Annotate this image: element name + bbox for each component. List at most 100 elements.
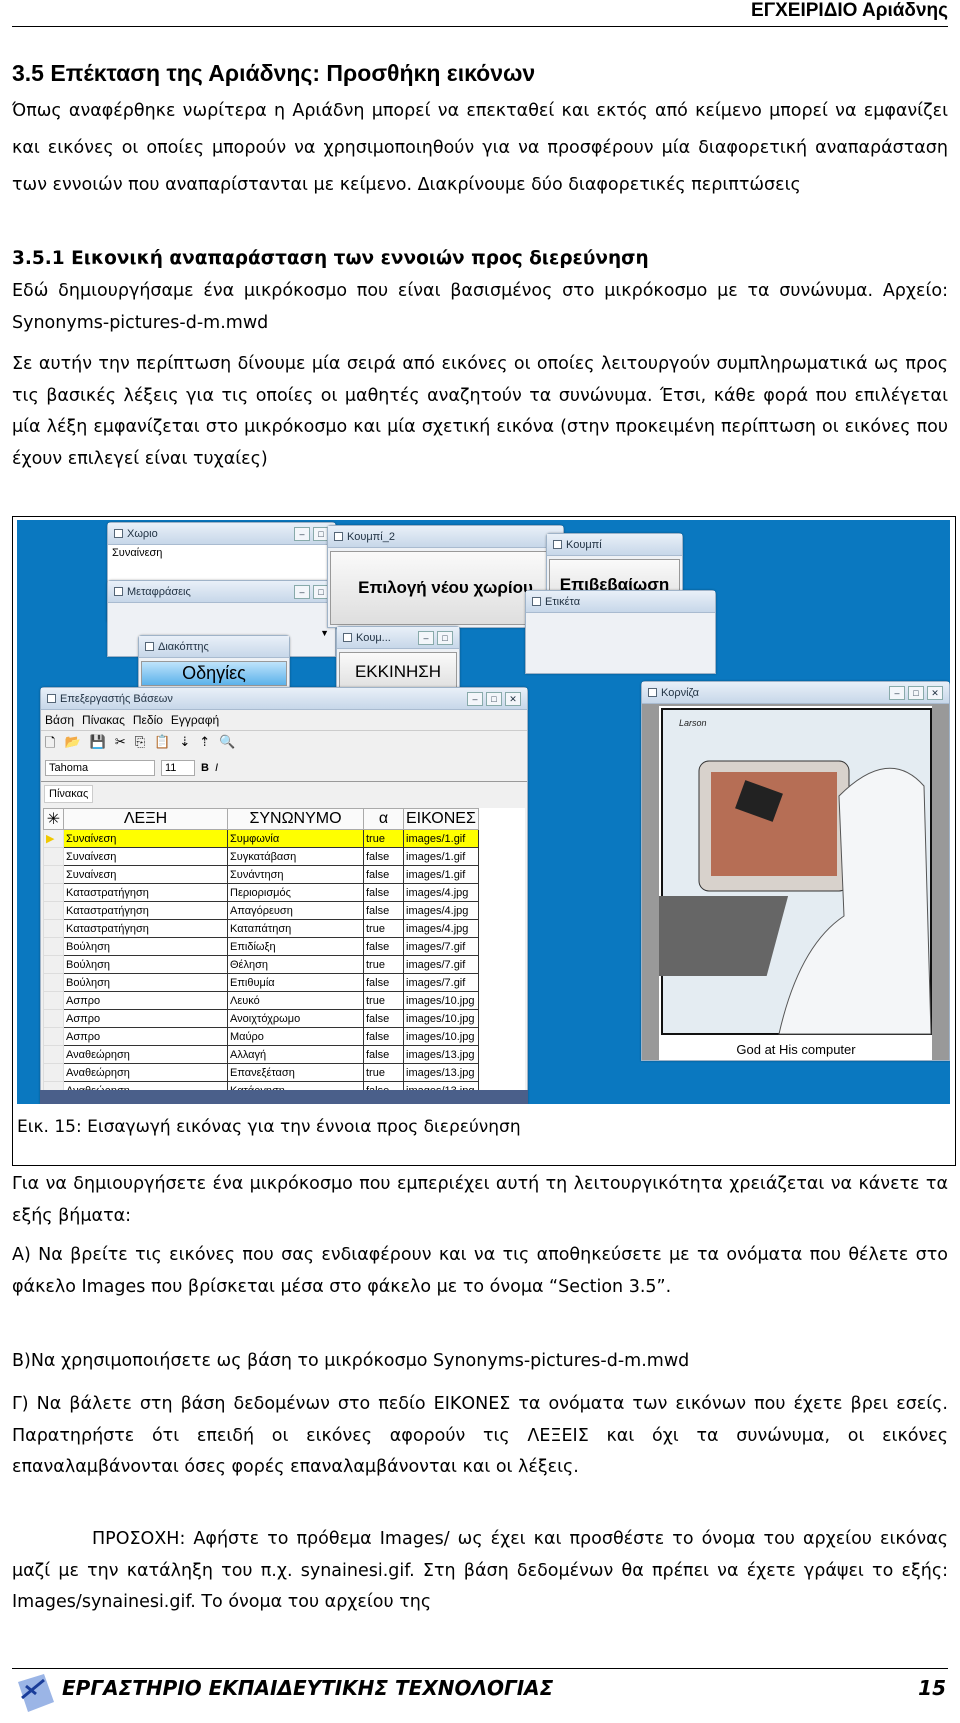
- table-cell[interactable]: Λευκό: [227, 991, 364, 1010]
- table-row[interactable]: Συναίνεση Συγκατάβαση false images/1.gif: [43, 847, 479, 866]
- row-header[interactable]: [43, 973, 64, 992]
- table-row[interactable]: Βούληση Επιδίωξη false images/7.gif: [43, 937, 479, 956]
- koumpi3-window[interactable]: Κουμ... – □ ΕΚΚΙΝΗΣΗ: [336, 626, 460, 695]
- table-cell[interactable]: images/10.jpg: [403, 1009, 479, 1028]
- table-row[interactable]: Αναθεώρηση Επανεξέταση true images/13.jpg: [43, 1063, 479, 1082]
- dropdown-arrow-icon[interactable]: ▼: [320, 628, 329, 638]
- minimize-icon[interactable]: –: [889, 685, 905, 700]
- bold-icon[interactable]: B: [201, 762, 209, 774]
- table-cell[interactable]: true: [363, 991, 404, 1010]
- table-row[interactable]: ▶ Συναίνεση Συμφωνία true images/1.gif: [43, 829, 479, 848]
- font-size-select[interactable]: 11: [161, 760, 195, 776]
- close-icon[interactable]: ✕: [927, 685, 943, 700]
- table-cell[interactable]: Επιδίωξη: [227, 937, 364, 956]
- table-cell[interactable]: true: [363, 955, 404, 974]
- database-editor-window[interactable]: Επεξεργαστής Βάσεων – □ ✕ Βάση Πίνακας Πεδί…: [40, 687, 528, 1104]
- maximize-icon[interactable]: □: [437, 630, 453, 645]
- table-cell[interactable]: false: [363, 865, 404, 884]
- table-cell[interactable]: images/1.gif: [403, 865, 479, 884]
- tab-table[interactable]: Πίνακας: [44, 785, 94, 803]
- save-icon[interactable]: 💾: [90, 734, 106, 752]
- data-grid[interactable]: ✳ ΛΕΞΗ ΣΥΝΩΝΥΜΟ α ΕΙΚΟΝΕΣ ▶ Συναίνεση Συμφωνία…: [43, 808, 525, 1098]
- table-cell[interactable]: images/7.gif: [403, 955, 479, 974]
- table-cell[interactable]: Επιθυμία: [227, 973, 364, 992]
- start-button[interactable]: ΕΚΚΙΝΗΣΗ: [339, 652, 457, 692]
- new-icon[interactable]: 🗋: [45, 734, 55, 752]
- table-cell[interactable]: Καταστρατήγηση: [63, 883, 228, 902]
- table-cell[interactable]: Απαγόρευση: [227, 901, 364, 920]
- row-header[interactable]: [43, 1009, 64, 1028]
- column-header[interactable]: ΕΙΚΟΝΕΣ: [403, 808, 479, 830]
- row-header[interactable]: [43, 1045, 64, 1064]
- table-cell[interactable]: Καταστρατήγηση: [63, 901, 228, 920]
- table-cell[interactable]: Βούληση: [63, 937, 228, 956]
- table-cell[interactable]: Περιορισμός: [227, 883, 364, 902]
- table-cell[interactable]: Καταστρατήγηση: [63, 919, 228, 938]
- table-row[interactable]: Συναίνεση Συνάντηση false images/1.gif: [43, 865, 479, 884]
- table-cell[interactable]: Συγκατάβαση: [227, 847, 364, 866]
- open-icon[interactable]: 📂: [64, 734, 80, 752]
- maximize-icon[interactable]: □: [486, 691, 502, 706]
- table-cell[interactable]: false: [363, 937, 404, 956]
- menu-item-record[interactable]: Εγγραφή: [171, 713, 219, 727]
- find-icon[interactable]: 🔍: [219, 734, 235, 752]
- minimize-icon[interactable]: –: [294, 584, 310, 599]
- menu-item-field[interactable]: Πεδίο: [133, 713, 163, 727]
- table-cell[interactable]: false: [363, 883, 404, 902]
- table-cell[interactable]: false: [363, 1045, 404, 1064]
- table-cell[interactable]: Συναίνεση: [63, 829, 228, 848]
- font-select[interactable]: Tahoma: [45, 760, 155, 776]
- row-header[interactable]: [43, 901, 64, 920]
- row-header[interactable]: [43, 847, 64, 866]
- table-cell[interactable]: images/4.jpg: [403, 883, 479, 902]
- table-row[interactable]: Ασπρο Λευκό true images/10.jpg: [43, 991, 479, 1010]
- column-header[interactable]: ΛΕΞΗ: [63, 808, 228, 830]
- italic-icon[interactable]: I: [215, 762, 218, 774]
- table-cell[interactable]: images/13.jpg: [403, 1063, 479, 1082]
- table-row[interactable]: Βούληση Θέληση true images/7.gif: [43, 955, 479, 974]
- copy-icon[interactable]: ⎘: [135, 734, 145, 752]
- table-cell[interactable]: false: [363, 1027, 404, 1046]
- column-header[interactable]: α: [363, 808, 404, 830]
- table-cell[interactable]: Αλλαγή: [227, 1045, 364, 1064]
- table-cell[interactable]: images/4.jpg: [403, 901, 479, 920]
- table-cell[interactable]: Καταπάτηση: [227, 919, 364, 938]
- close-icon[interactable]: ✕: [505, 691, 521, 706]
- table-cell[interactable]: images/7.gif: [403, 973, 479, 992]
- table-row[interactable]: Αναθεώρηση Αλλαγή false images/13.jpg: [43, 1045, 479, 1064]
- maximize-icon[interactable]: □: [908, 685, 924, 700]
- table-cell[interactable]: Συναίνεση: [63, 847, 228, 866]
- table-cell[interactable]: Ασπρο: [63, 1027, 228, 1046]
- table-cell[interactable]: Μαύρο: [227, 1027, 364, 1046]
- table-row[interactable]: Καταστρατήγηση Περιορισμός false images/4.j…: [43, 883, 479, 902]
- row-header[interactable]: [43, 865, 64, 884]
- minimize-icon[interactable]: –: [294, 526, 310, 541]
- current-row-indicator-icon[interactable]: ▶: [43, 829, 64, 848]
- table-cell[interactable]: false: [363, 847, 404, 866]
- table-row[interactable]: Ασπρο Ανοιχτόχρωμο false images/10.jpg: [43, 1009, 479, 1028]
- table-cell[interactable]: Ανοιχτόχρωμο: [227, 1009, 364, 1028]
- table-cell[interactable]: Συνάντηση: [227, 865, 364, 884]
- table-row[interactable]: Καταστρατήγηση Απαγόρευση false images/4.jp…: [43, 901, 479, 920]
- table-cell[interactable]: images/10.jpg: [403, 1027, 479, 1046]
- table-cell[interactable]: Αναθεώρηση: [63, 1045, 228, 1064]
- table-cell[interactable]: images/4.jpg: [403, 919, 479, 938]
- sort-desc-icon[interactable]: ⇡: [199, 734, 210, 752]
- diakoptis-window[interactable]: Διακόπτης Οδηγίες: [138, 635, 290, 689]
- row-header[interactable]: [43, 919, 64, 938]
- table-cell[interactable]: Επανεξέταση: [227, 1063, 364, 1082]
- table-cell[interactable]: false: [363, 1009, 404, 1028]
- row-header[interactable]: [43, 1027, 64, 1046]
- table-cell[interactable]: Βούληση: [63, 973, 228, 992]
- table-cell[interactable]: Ασπρο: [63, 1009, 228, 1028]
- column-header[interactable]: ΣΥΝΩΝΥΜΟ: [227, 808, 364, 830]
- korniza-window[interactable]: Κορνίζα – □ ✕ Larson God at His computer: [596, 681, 950, 1061]
- table-cell[interactable]: Θέληση: [227, 955, 364, 974]
- table-cell[interactable]: true: [363, 1063, 404, 1082]
- paste-icon[interactable]: 📋: [154, 734, 170, 752]
- menu-item-table[interactable]: Πίνακας: [82, 713, 125, 727]
- row-header[interactable]: [43, 991, 64, 1010]
- table-cell[interactable]: images/10.jpg: [403, 991, 479, 1010]
- table-cell[interactable]: Βούληση: [63, 955, 228, 974]
- row-header[interactable]: [43, 937, 64, 956]
